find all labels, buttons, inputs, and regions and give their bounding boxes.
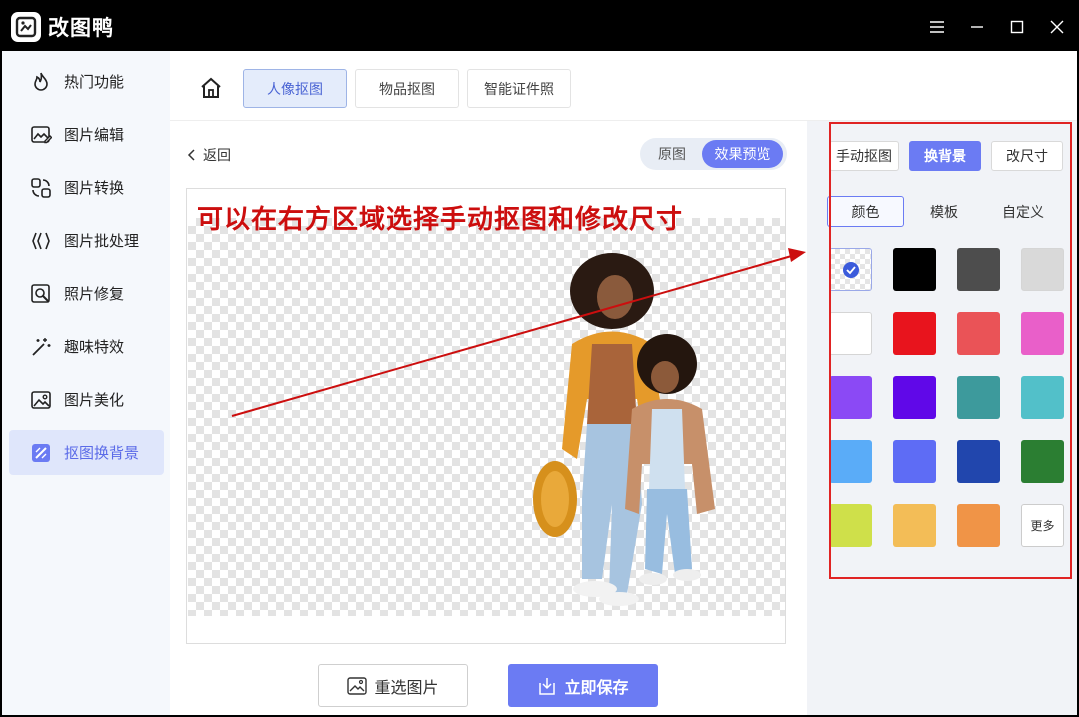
- highlight-box: [829, 122, 1072, 579]
- back-button[interactable]: 返回: [185, 145, 231, 165]
- convert-icon: [29, 176, 53, 200]
- flame-icon: [29, 70, 53, 94]
- menu-icon[interactable]: [917, 2, 957, 51]
- maximize-icon[interactable]: [997, 2, 1037, 51]
- close-icon[interactable]: [1037, 2, 1077, 51]
- reselect-label: 重选图片: [374, 677, 439, 697]
- save-button[interactable]: 立即保存: [508, 664, 658, 707]
- tab-portrait-cutout[interactable]: 人像抠图: [243, 69, 347, 108]
- magic-wand-icon: [29, 335, 53, 359]
- photo-repair-icon: [29, 282, 53, 306]
- annotation-text: 可以在右方区域选择手动抠图和修改尺寸: [197, 205, 684, 235]
- toggle-preview[interactable]: 效果预览: [702, 140, 783, 168]
- sidebar-item-cutout[interactable]: 抠图换背景: [9, 430, 164, 475]
- chevron-left-icon: [187, 149, 195, 161]
- view-toggle: 原图 效果预览: [640, 138, 787, 170]
- toggle-original[interactable]: 原图: [642, 140, 702, 168]
- reselect-image-button[interactable]: 重选图片: [318, 664, 468, 707]
- tab-object-cutout[interactable]: 物品抠图: [355, 69, 459, 108]
- sidebar-item-label: 图片编辑: [64, 126, 125, 144]
- sidebar-item-effects[interactable]: 趣味特效: [9, 324, 164, 369]
- sidebar-item-image-edit[interactable]: 图片编辑: [9, 112, 164, 157]
- sidebar-item-beautify[interactable]: 图片美化: [9, 377, 164, 422]
- app-title: 改图鸭: [48, 15, 114, 40]
- download-icon: [537, 676, 557, 696]
- sidebar: 热门功能 图片编辑 图片转换 图片批处理 照片修复 趣味特效 图片美化 抠图换背…: [2, 51, 170, 715]
- subject-cutout-image: [533, 253, 715, 606]
- app-window: 改图鸭 热门功能 图片编辑 图片转换 图片批处理 照片修复 趣味特效 图片美化 …: [2, 2, 1077, 715]
- sidebar-item-convert[interactable]: 图片转换: [9, 165, 164, 210]
- app-logo-icon: [11, 11, 41, 42]
- sidebar-item-label: 图片转换: [64, 179, 125, 197]
- sidebar-item-label: 热门功能: [64, 73, 125, 91]
- cutout-icon: [29, 441, 53, 465]
- sidebar-item-label: 图片批处理: [64, 232, 140, 250]
- home-icon[interactable]: [198, 75, 224, 101]
- sidebar-item-label: 抠图换背景: [64, 444, 140, 462]
- tab-id-photo[interactable]: 智能证件照: [467, 69, 571, 108]
- top-tab-bar: 人像抠图 物品抠图 智能证件照: [170, 51, 1077, 121]
- save-label: 立即保存: [564, 677, 629, 697]
- sidebar-item-photo-repair[interactable]: 照片修复: [9, 271, 164, 316]
- sidebar-item-label: 趣味特效: [64, 338, 125, 356]
- title-bar: 改图鸭: [2, 2, 1077, 51]
- image-edit-icon: [29, 123, 53, 147]
- back-label: 返回: [203, 148, 231, 164]
- right-panel: 手动抠图 换背景 改尺寸 颜色 模板 自定义 更多: [807, 121, 1077, 715]
- image-icon: [347, 676, 368, 695]
- sidebar-item-label: 照片修复: [64, 285, 125, 303]
- main-area: 返回 原图 效果预览 可以在右方区域选择手动抠图和修改尺寸 重选图片 立即保存: [170, 121, 807, 715]
- batch-icon: [29, 229, 53, 253]
- image-canvas[interactable]: 可以在右方区域选择手动抠图和修改尺寸: [186, 188, 786, 644]
- sidebar-item-batch[interactable]: 图片批处理: [9, 218, 164, 263]
- image-beautify-icon: [29, 388, 53, 412]
- sidebar-item-hot[interactable]: 热门功能: [9, 59, 164, 104]
- minimize-icon[interactable]: [957, 2, 997, 51]
- sidebar-item-label: 图片美化: [64, 391, 125, 409]
